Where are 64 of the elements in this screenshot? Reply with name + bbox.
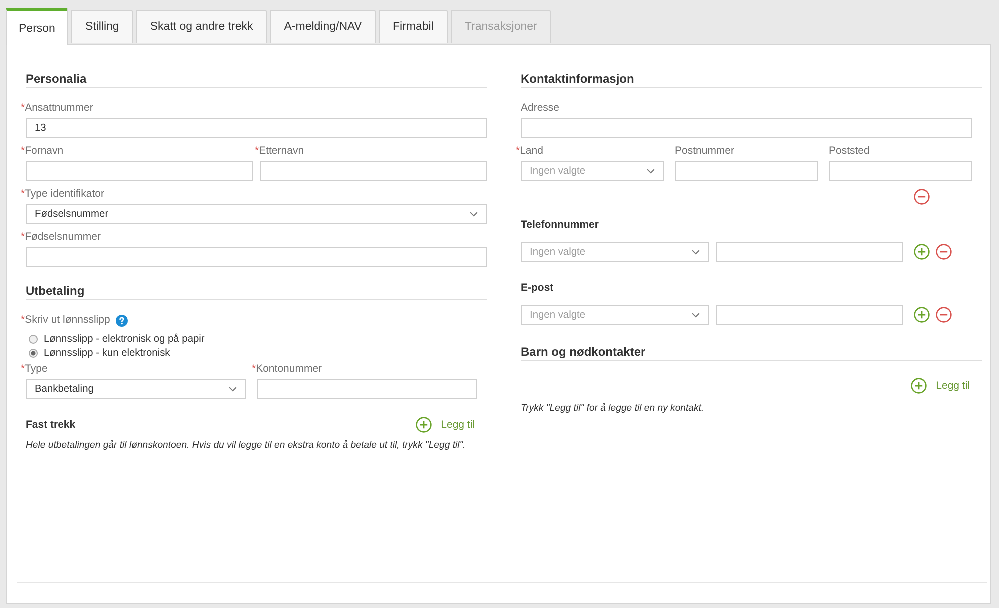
caret-icon — [647, 168, 655, 174]
group-title: E-post — [521, 281, 555, 295]
required-mark: * — [21, 314, 26, 327]
tab[interactable]: Skatt og andre trekk — [136, 10, 268, 43]
field-label: Kontonummer — [256, 363, 322, 376]
input-field[interactable] — [26, 247, 487, 267]
radio-button[interactable] — [29, 348, 38, 358]
input-field[interactable] — [829, 161, 972, 181]
caret-icon — [229, 386, 237, 392]
field-label: Etternavn — [259, 145, 304, 158]
minus-icon[interactable] — [936, 244, 952, 260]
section-title: Utbetaling — [26, 284, 487, 300]
field-label: Poststed — [829, 145, 870, 158]
subsection-title: Fast trekk — [26, 419, 76, 431]
input-field[interactable]: 13 — [26, 118, 487, 138]
required-mark: * — [21, 188, 26, 201]
tab[interactable]: Firmabil — [379, 10, 448, 43]
plus-icon — [911, 378, 928, 394]
tab[interactable]: Person — [6, 8, 68, 45]
section-title: Personalia — [26, 72, 487, 88]
required-mark: * — [21, 102, 26, 115]
input-field[interactable] — [716, 305, 903, 325]
minus-icon[interactable] — [936, 307, 952, 323]
input-field[interactable] — [26, 161, 253, 181]
required-mark: * — [252, 363, 256, 376]
tab[interactable]: A-melding/NAV — [270, 10, 376, 43]
field-label: Ansattnummer — [25, 102, 94, 115]
field-label: Adresse — [521, 102, 560, 115]
section-title: Kontaktinformasjon — [521, 72, 982, 88]
input-field[interactable] — [675, 161, 818, 181]
field-label: Postnummer — [675, 145, 735, 158]
hint-text: Hele utbetalingen går til lønnskontoen. Hvis du vil legge til en ekstra konto å betale ut til, trykk "Legg til". — [26, 439, 467, 453]
field-label: Type — [25, 363, 48, 376]
input-field[interactable] — [257, 379, 477, 399]
group-title: Telefonnummer — [521, 218, 600, 232]
help-icon[interactable] — [116, 314, 128, 326]
select-field[interactable]: Fødselsnummer — [26, 204, 487, 224]
caret-icon — [692, 250, 700, 254]
input-field[interactable] — [260, 161, 487, 181]
select-field[interactable]: Bankbetaling — [26, 379, 246, 399]
field-label: Type identifikator — [25, 188, 104, 201]
input-field[interactable] — [521, 118, 972, 138]
caret-icon — [470, 212, 478, 216]
input-field[interactable] — [716, 242, 903, 262]
minus-icon[interactable] — [914, 189, 930, 205]
required-mark: * — [21, 145, 26, 158]
plus-icon[interactable] — [914, 244, 930, 260]
field-label: Fødselsnummer — [25, 231, 101, 244]
required-mark: * — [516, 145, 520, 158]
caret-icon — [692, 312, 700, 318]
required-mark: * — [21, 363, 26, 376]
required-mark: * — [21, 231, 26, 244]
field-label: Land — [520, 145, 544, 158]
field-label: Fornavn — [25, 145, 64, 158]
required-mark: * — [255, 145, 260, 158]
field-label: Skriv ut lønnsslipp — [25, 314, 110, 327]
radio-label[interactable]: Lønnsslipp - kun elektronisk — [44, 348, 170, 358]
plus-icon — [416, 417, 432, 433]
tab[interactable]: Stilling — [71, 10, 134, 43]
radio-label[interactable]: Lønnsslipp - elektronisk og på papir — [44, 334, 205, 344]
hint-text: Trykk "Legg til" for å legge til en ny kontakt. — [521, 402, 706, 416]
plus-icon[interactable] — [914, 307, 930, 323]
section-title: Barn og nødkontakter — [521, 345, 982, 361]
radio-button[interactable] — [29, 334, 38, 344]
